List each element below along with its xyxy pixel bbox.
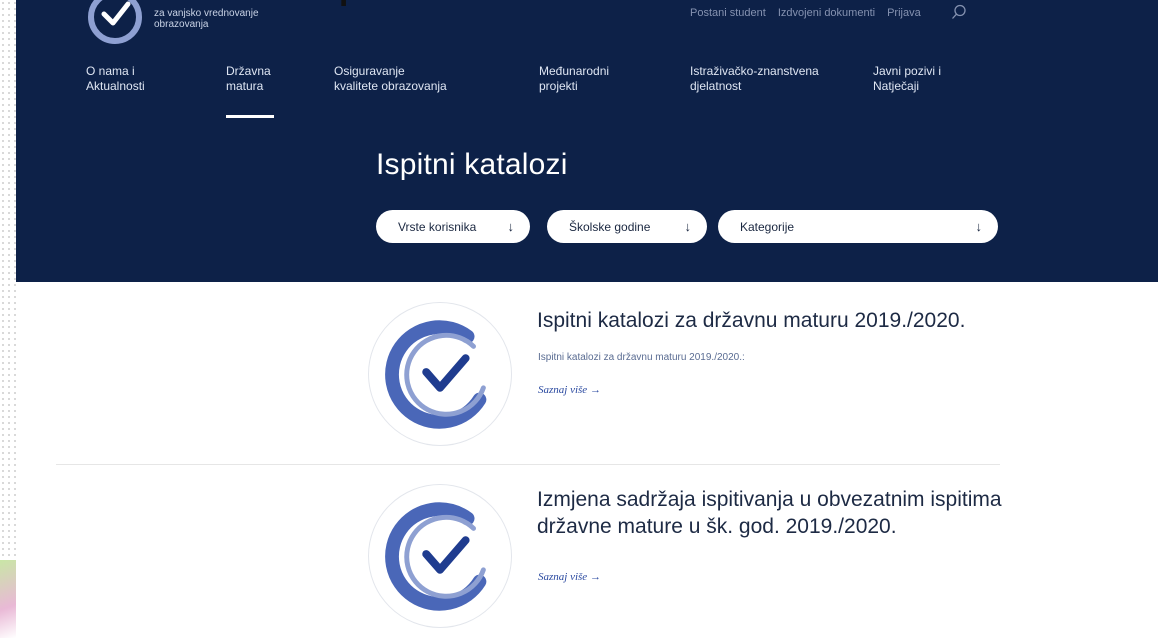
filter-skolske-godine[interactable]: Školske godine ↓ xyxy=(547,210,707,243)
page-title: Ispitni katalozi xyxy=(376,148,568,181)
site-header: za vanjsko vrednovanje obrazovanja J Pos… xyxy=(16,0,1158,282)
checkmark-logo-icon[interactable] xyxy=(368,302,512,446)
nav-item-o-nama[interactable]: O nama i Aktualnosti xyxy=(86,64,145,94)
result-divider xyxy=(56,464,1000,465)
result-title[interactable]: Ispitni katalozi za državnu maturu 2019.… xyxy=(537,307,1007,334)
logo-text-line: obrazovanja xyxy=(154,19,209,30)
util-link-student[interactable]: Postani student xyxy=(690,7,766,19)
browser-page: za vanjsko vrednovanje obrazovanja J Pos… xyxy=(16,0,1158,638)
utility-links: Postani student Izdvojeni dokumenti Prij… xyxy=(690,7,921,19)
logo-text: za vanjsko vrednovanje obrazovanja xyxy=(154,8,259,30)
result-card: Ispitni katalozi za državnu maturu 2019.… xyxy=(368,302,1008,448)
logo-text-line: za vanjsko vrednovanje xyxy=(154,8,259,19)
main-nav: O nama i Aktualnosti Državna matura Osig… xyxy=(16,64,1158,114)
search-icon[interactable] xyxy=(951,4,967,20)
read-more-link[interactable]: Saznaj više → xyxy=(538,384,601,396)
util-link-login[interactable]: Prijava xyxy=(887,7,921,19)
arrow-down-icon: ↓ xyxy=(975,219,983,234)
clipped-slide-title: J xyxy=(334,0,349,6)
active-nav-indicator xyxy=(226,115,274,118)
arrow-down-icon: ↓ xyxy=(684,219,692,234)
util-link-documents[interactable]: Izdvojeni dokumenti xyxy=(778,7,875,19)
filter-label: Školske godine xyxy=(569,219,651,234)
nav-item-javni-pozivi[interactable]: Javni pozivi i Natječaji xyxy=(873,64,941,94)
filter-vrste-korisnika[interactable]: Vrste korisnika ↓ xyxy=(376,210,530,243)
arrow-down-icon: ↓ xyxy=(507,219,515,234)
result-description: Ispitni katalozi za državnu maturu 2019.… xyxy=(538,352,745,363)
nav-item-istrazivacko[interactable]: Istraživačko-znanstvena djelatnost xyxy=(690,64,819,94)
checkmark-logo-icon[interactable] xyxy=(368,484,512,628)
logo-mark-icon[interactable] xyxy=(88,0,142,44)
nav-item-osiguravanje[interactable]: Osiguravanje kvalitete obrazovanja xyxy=(334,64,447,94)
nav-item-medunarodni[interactable]: Međunarodni projekti xyxy=(539,64,609,94)
result-title[interactable]: Izmjena sadržaja ispitivanja u obvezatni… xyxy=(537,486,1007,540)
read-more-link[interactable]: Saznaj više → xyxy=(538,571,601,583)
filter-kategorije[interactable]: Kategorije ↓ xyxy=(718,210,998,243)
corner-decoration xyxy=(0,560,16,638)
filter-label: Vrste korisnika xyxy=(398,219,477,234)
filter-label: Kategorije xyxy=(740,219,795,234)
nav-item-drzavna-matura[interactable]: Državna matura xyxy=(226,64,271,94)
result-card: Izmjena sadržaja ispitivanja u obvezatni… xyxy=(368,484,1008,630)
